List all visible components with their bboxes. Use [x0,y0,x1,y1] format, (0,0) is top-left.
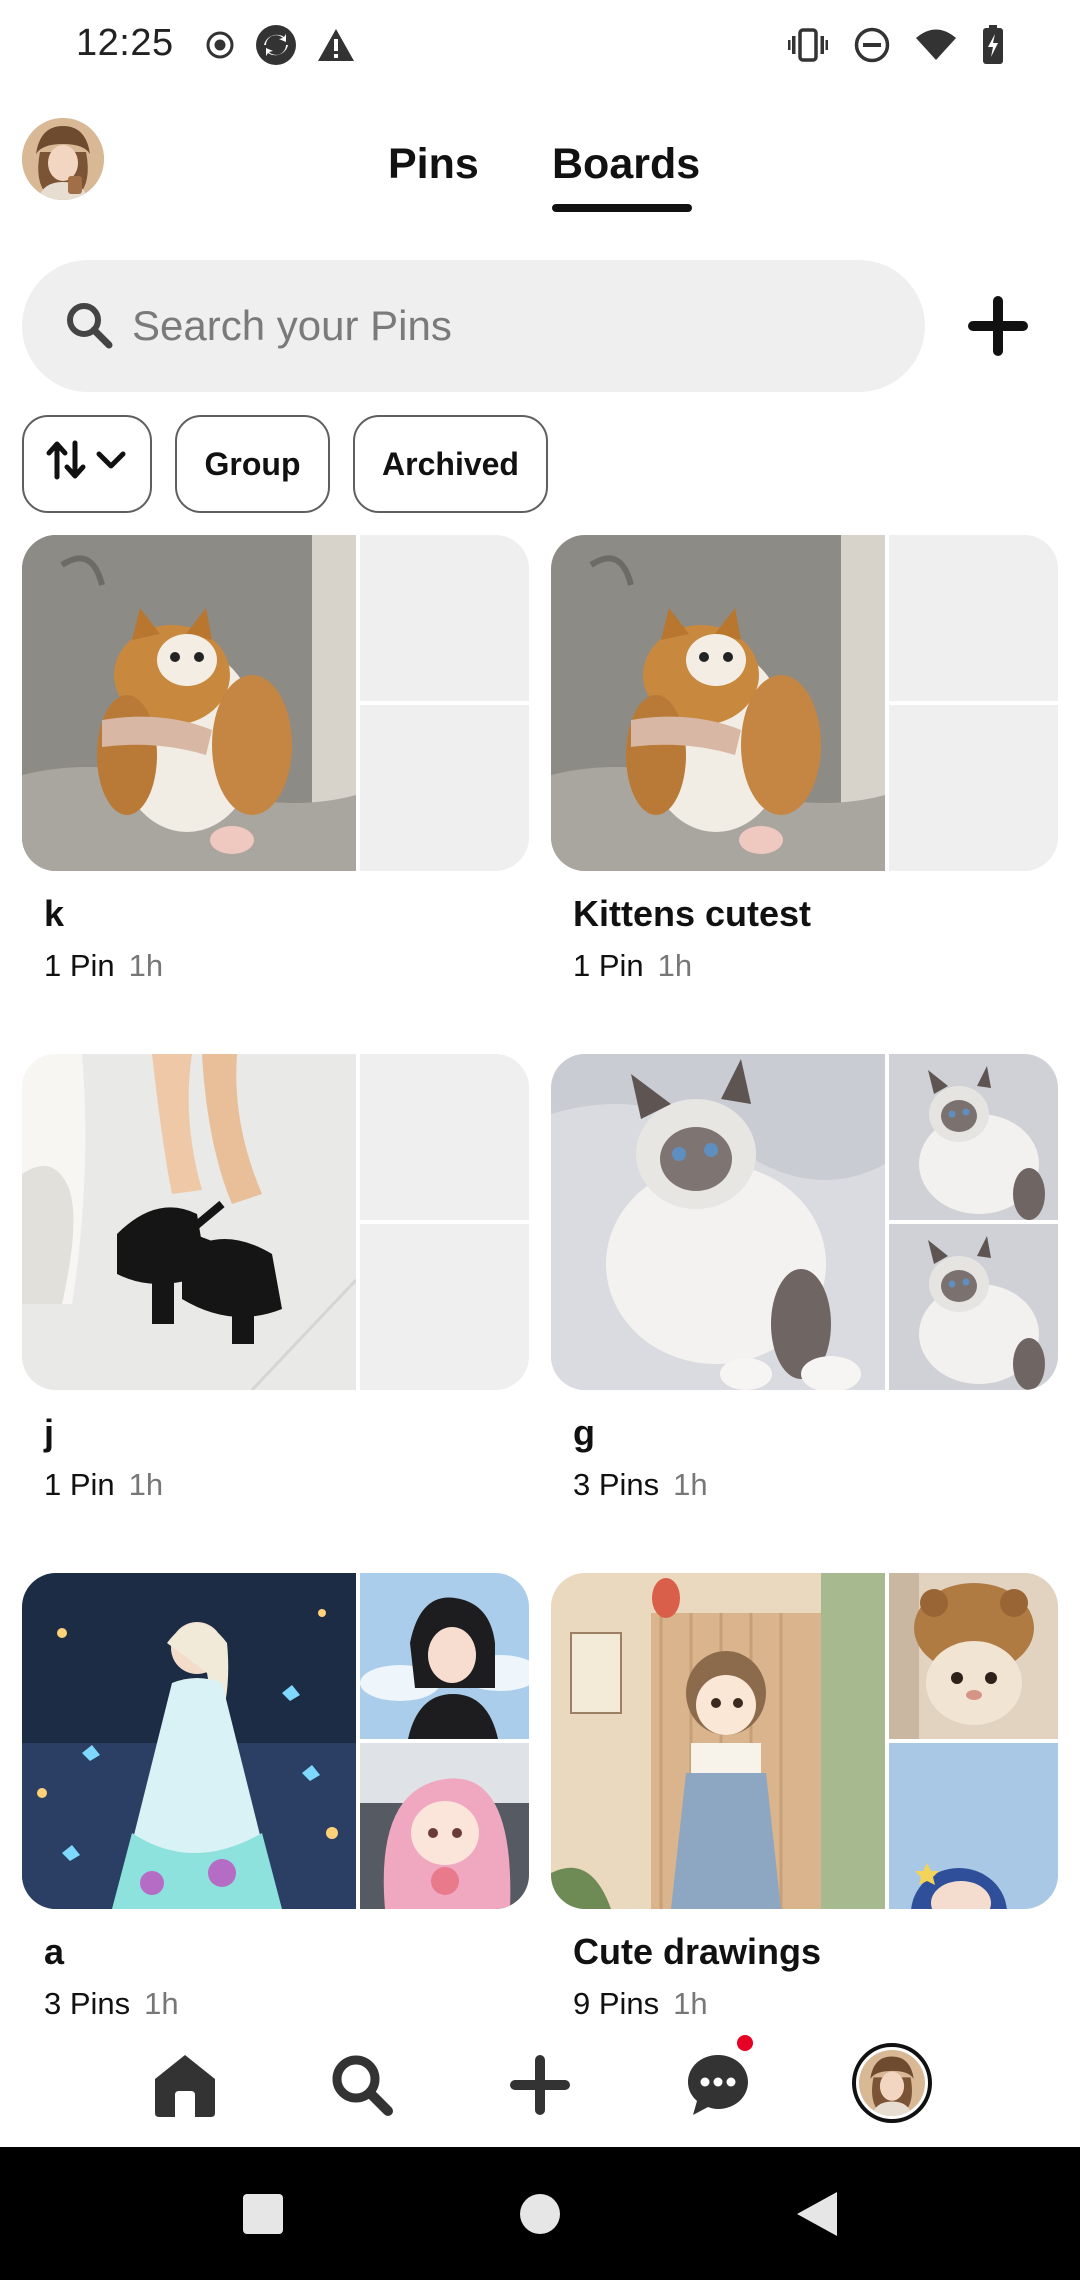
home-icon [155,2055,215,2117]
board-cover-thumbnail [360,1573,529,1739]
sort-arrows-icon [45,437,129,491]
board-cover-main [22,535,356,871]
sort-button[interactable] [22,415,152,513]
group-filter-chip[interactable]: Group [175,415,330,513]
system-home-icon [520,2194,560,2234]
back-button[interactable] [782,2179,852,2249]
status-time: 12:25 [76,22,174,64]
board-updated-time: 1h [673,1467,708,1502]
board-updated-time: 1h [128,948,164,983]
vibrate-icon [788,28,828,62]
nav-home-button[interactable] [145,2045,225,2125]
board-cover-main [551,1054,885,1390]
board-updated-time: 1h [657,948,693,983]
messages-icon [688,2055,748,2115]
board-cover-thumbnail [360,1743,529,1909]
system-nav-bar [0,2147,1080,2280]
board-meta: 3 Pins 1h [573,1467,708,1503]
plus-icon [968,296,1028,356]
board-cover-main [551,535,885,871]
board-cover-collage [551,1573,1058,1909]
status-bar: 12:25 [0,0,1080,90]
tab-pins[interactable]: Pins [388,140,479,189]
board-cover-thumbnail [889,1573,1058,1739]
battery-charging-icon [982,25,1004,65]
search-icon [332,2055,393,2116]
create-icon [510,2055,570,2115]
back-icon [797,2192,837,2236]
board-meta: 1 Pin 1h [44,1467,163,1503]
board-pin-count: 1 Pin [44,948,115,983]
nav-profile-button[interactable] [852,2043,932,2123]
board-cover-thumbnail [889,1743,1058,1909]
nav-messages-button[interactable] [678,2045,758,2125]
profile-avatar [859,2050,925,2116]
board-name: j [44,1412,55,1453]
archived-filter-chip[interactable]: Archived [353,415,548,513]
board-cover-collage [22,1054,529,1390]
screen: 12:25 Pins Boards Search your Pins Group… [0,0,1080,2280]
board-cover-empty [889,535,1058,701]
board-cover-collage [22,535,529,871]
board-cover-empty [360,535,529,701]
bottom-nav [0,2015,1080,2147]
system-home-button[interactable] [505,2179,575,2249]
board-name: g [573,1412,595,1453]
board-meta: 1 Pin 1h [44,948,163,984]
recents-button[interactable] [228,2179,298,2249]
nav-create-button[interactable] [500,2045,580,2125]
board-cover-empty [360,1054,529,1220]
recents-icon [243,2194,283,2234]
board-name: k [44,893,65,934]
status-right-icons [788,22,1004,68]
board-cover-collage [551,535,1058,871]
board-meta: 1 Pin 1h [573,948,692,984]
search-bar[interactable] [22,260,925,392]
board-name: a [44,1931,65,1972]
board-tabs: Pins Boards [0,140,1080,220]
tab-selected-indicator [552,204,692,212]
board-cover-collage [22,1573,529,1909]
board-pin-count: 3 Pins [573,1467,660,1502]
board-pin-count: 1 Pin [44,1467,115,1502]
status-left-icons [205,22,355,68]
search-input[interactable] [132,260,892,392]
board-name: Cute drawings [573,1931,822,1972]
wifi-icon [916,29,956,61]
board-cover-thumbnail [889,1224,1058,1390]
board-cover-main [22,1054,356,1390]
sync-icon [255,24,297,66]
board-cover-main [22,1573,356,1909]
tab-boards[interactable]: Boards [552,140,700,189]
board-cover-main [551,1573,885,1909]
search-icon [64,300,114,355]
board-cover-empty [360,705,529,871]
board-name: Kittens cutest [573,893,812,934]
board-cover-empty [360,1224,529,1390]
create-board-button[interactable] [962,290,1034,362]
record-icon [205,30,235,60]
do-not-disturb-icon [854,27,890,63]
board-cover-empty [889,705,1058,871]
nav-search-button[interactable] [322,2045,402,2125]
board-pin-count: 1 Pin [573,948,644,983]
message-notification-dot [737,2035,753,2051]
board-updated-time: 1h [128,1467,164,1502]
board-cover-thumbnail [889,1054,1058,1220]
warning-icon [317,28,355,62]
board-cover-collage [551,1054,1058,1390]
